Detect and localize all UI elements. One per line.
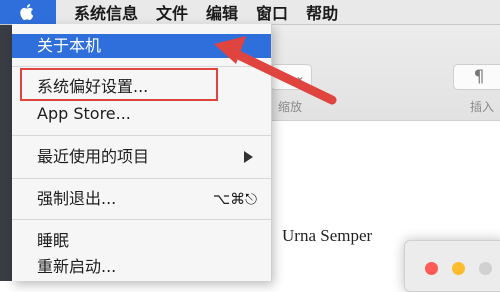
annotation-highlight-box (20, 68, 218, 101)
force-quit-shortcut: ⌥⌘⎋ (212, 190, 257, 208)
menu-item-recent-items[interactable]: 最近使用的项目 (12, 145, 271, 169)
insert-button[interactable]: ¶ (453, 64, 500, 90)
document-text: Urna Semper (282, 226, 373, 245)
mini-window (404, 240, 500, 292)
menu-help[interactable]: 帮助 (306, 0, 338, 24)
apple-icon (20, 4, 34, 21)
desktop-edge (0, 24, 12, 281)
menu-file[interactable]: 文件 (156, 0, 188, 24)
apple-menu-button[interactable] (0, 0, 56, 24)
insert-label: 插入 (470, 100, 495, 114)
menu-separator (12, 178, 271, 179)
close-icon[interactable] (425, 262, 438, 275)
menu-item-label: 强制退出... (37, 189, 117, 208)
zoom-icon[interactable] (479, 262, 492, 275)
paragraph-icon: ¶ (473, 67, 485, 87)
menu-edit[interactable]: 编辑 (206, 0, 238, 24)
menu-item-force-quit[interactable]: 强制退出... ⌥⌘⎋ (12, 187, 271, 211)
menu-bar: 系统信息 文件 编辑 窗口 帮助 (0, 0, 500, 25)
menu-separator (12, 135, 271, 136)
menu-item-label: 最近使用的项目 (37, 147, 150, 166)
submenu-arrow-icon (244, 151, 253, 163)
minimize-icon[interactable] (452, 262, 465, 275)
menu-window[interactable]: 窗口 (256, 0, 288, 24)
menu-system-info[interactable]: 系统信息 (74, 0, 138, 24)
menu-item-restart[interactable]: 重新启动... (12, 255, 271, 279)
menu-separator (12, 219, 271, 220)
menu-item-sleep[interactable]: 睡眠 (12, 229, 271, 253)
annotation-arrow-icon (214, 36, 337, 105)
